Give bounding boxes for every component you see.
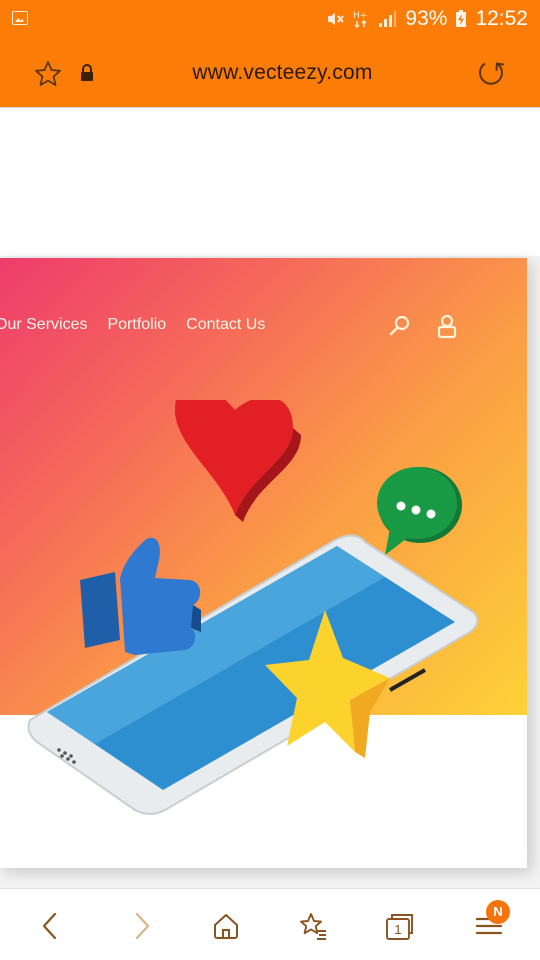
url-bar: www.vecteezy.com	[0, 38, 540, 108]
back-icon[interactable]	[36, 911, 66, 941]
nav-portfolio[interactable]: Portfolio	[107, 316, 166, 336]
tabs-count: 1	[394, 922, 402, 937]
lock-icon	[81, 64, 93, 81]
forward-icon[interactable]	[126, 911, 156, 941]
status-bar: H+ 93% 12:52	[0, 0, 540, 38]
signal-icon	[379, 11, 397, 27]
chat-bubble-icon	[377, 467, 462, 555]
bottom-toolbar: 1	[0, 888, 540, 960]
url-field[interactable]: www.vecteezy.com	[140, 38, 425, 108]
star-icon[interactable]	[33, 59, 63, 89]
hero-card: Our Services Portfolio Contact Us	[0, 258, 527, 868]
bookmarks-icon[interactable]	[298, 911, 328, 941]
thumbs-up-icon	[80, 537, 201, 655]
image-icon	[12, 11, 28, 25]
heart-icon	[175, 400, 293, 515]
web-page: Our Services Portfolio Contact Us	[0, 108, 540, 888]
data-h-plus-icon: H+	[353, 11, 368, 29]
battery-percent: 93%	[405, 7, 448, 30]
search-icon[interactable]	[388, 314, 412, 338]
new-badge: N	[486, 900, 510, 924]
nav-our-services[interactable]: Our Services	[0, 316, 87, 336]
battery-charging-icon	[456, 10, 467, 27]
status-right: H+ 93% 12:52	[325, 0, 528, 38]
nav-contact-us[interactable]: Contact Us	[186, 316, 265, 336]
reload-icon[interactable]	[476, 58, 506, 88]
tabs-button[interactable]: 1	[385, 911, 415, 941]
user-icon[interactable]	[436, 313, 458, 339]
home-icon[interactable]	[211, 911, 241, 941]
clock: 12:52	[475, 7, 528, 30]
social-media-illustration	[27, 400, 479, 815]
svg-text:H+: H+	[353, 11, 367, 21]
mute-icon	[328, 13, 345, 25]
site-nav: Our Services Portfolio Contact Us	[0, 316, 265, 336]
